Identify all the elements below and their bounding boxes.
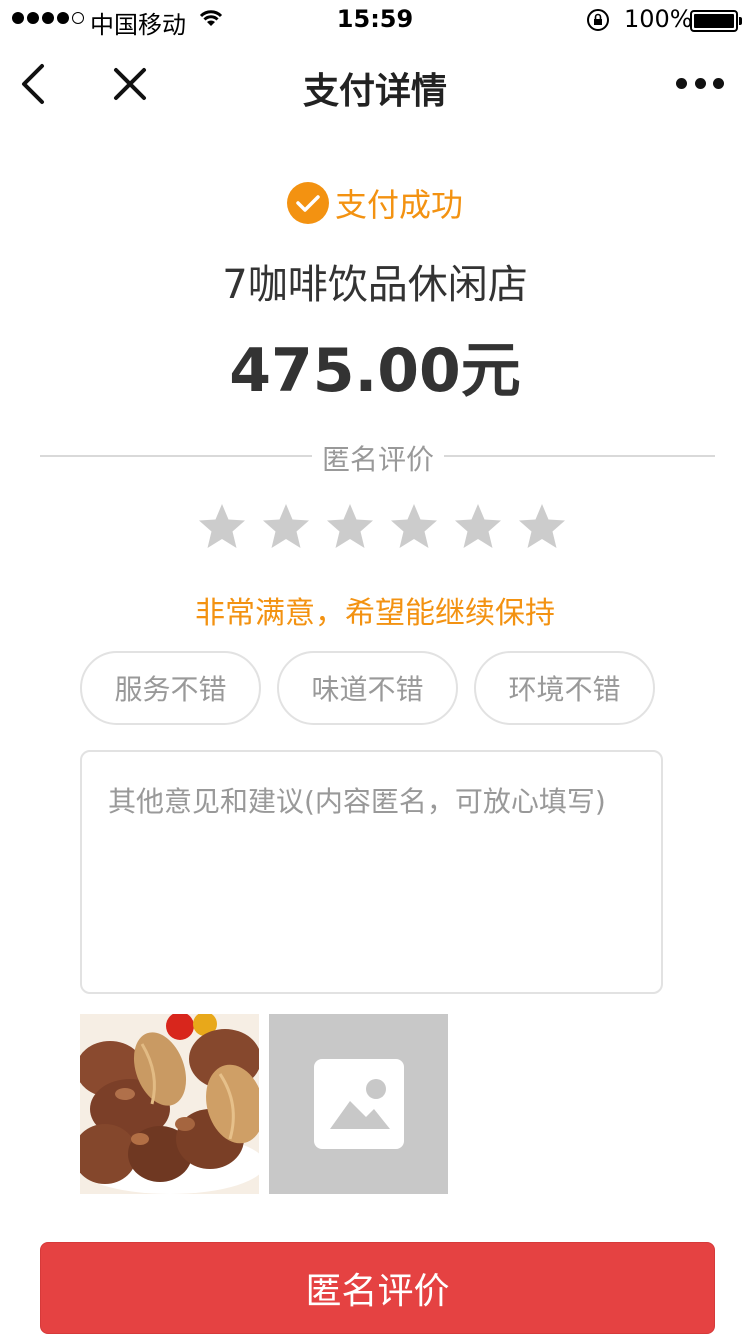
payment-status-text: 支付成功 — [334, 186, 463, 224]
quick-tags: 服务不错 味道不错 环境不错 — [80, 651, 655, 725]
add-photo-placeholder-icon — [313, 1059, 404, 1149]
tag-service[interactable]: 服务不错 — [80, 651, 261, 725]
star-icon[interactable] — [388, 502, 440, 552]
divider-line — [40, 455, 312, 457]
more-dots-icon[interactable] — [676, 74, 724, 92]
rotation-lock-icon — [587, 9, 609, 31]
star-icon[interactable] — [260, 502, 312, 552]
review-section-divider: 匿名评价 — [40, 438, 715, 476]
payment-amount: 475.00元 — [229, 336, 521, 406]
success-check-icon — [286, 182, 329, 224]
payment-status: 支付成功 — [0, 180, 750, 226]
photo-list — [80, 1014, 448, 1194]
review-section-label: 匿名评价 — [321, 443, 434, 476]
star-icon[interactable] — [452, 502, 504, 552]
tag-taste[interactable]: 味道不错 — [277, 651, 458, 725]
star-icon[interactable] — [516, 502, 568, 552]
page-title: 支付详情 — [302, 71, 447, 112]
tag-environment[interactable]: 环境不错 — [474, 651, 655, 725]
status-bar: 中国移动 15:59 100% — [0, 0, 750, 40]
submit-review-button[interactable]: 匿名评价 — [40, 1242, 715, 1334]
divider-line — [444, 455, 715, 457]
star-rating — [196, 502, 568, 552]
nav-bar: 支付详情 — [0, 40, 750, 128]
star-icon[interactable] — [196, 502, 248, 552]
food-photo[interactable] — [80, 1014, 259, 1194]
rating-description: 非常满意，希望能继续保持 — [195, 596, 555, 631]
add-photo-button[interactable] — [269, 1014, 448, 1194]
star-icon[interactable] — [324, 502, 376, 552]
store-name: 7咖啡饮品休闲店 — [222, 262, 528, 308]
battery-icon — [690, 10, 742, 32]
battery-percent: 100% — [624, 5, 693, 33]
comment-input[interactable] — [80, 750, 663, 994]
